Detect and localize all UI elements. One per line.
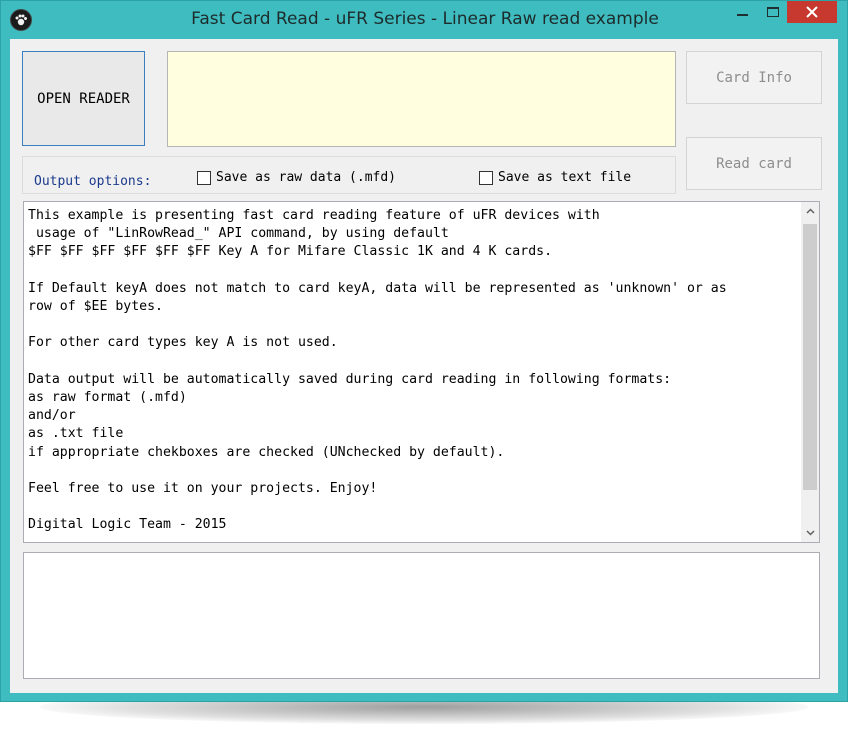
save-text-label: Save as text file bbox=[498, 170, 632, 185]
vertical-scrollbar[interactable] bbox=[801, 202, 819, 542]
read-card-button[interactable]: Read card bbox=[686, 137, 822, 190]
output-options-group: Output options: Save as raw data (.mfd) … bbox=[22, 156, 676, 194]
checkbox-box[interactable] bbox=[479, 170, 493, 185]
card-info-button[interactable]: Card Info bbox=[686, 51, 822, 104]
scrollbar-thumb[interactable] bbox=[803, 224, 817, 490]
app-window: Fast Card Read - uFR Series - Linear Raw… bbox=[0, 0, 848, 702]
save-raw-checkbox[interactable]: Save as raw data (.mfd) bbox=[197, 170, 396, 185]
checkbox-box[interactable] bbox=[197, 170, 211, 185]
minimize-icon[interactable] bbox=[728, 1, 758, 23]
save-raw-label: Save as raw data (.mfd) bbox=[216, 170, 397, 185]
description-memo[interactable]: This example is presenting fast card rea… bbox=[23, 201, 820, 543]
maximize-icon[interactable] bbox=[759, 1, 787, 23]
status-display bbox=[167, 51, 676, 147]
title-bar[interactable]: Fast Card Read - uFR Series - Linear Raw… bbox=[1, 1, 848, 39]
scroll-up-icon[interactable] bbox=[801, 202, 819, 220]
output-options-label: Output options: bbox=[34, 174, 152, 189]
output-text-box[interactable] bbox=[23, 552, 820, 679]
memo-text: This example is presenting fast card rea… bbox=[28, 208, 727, 533]
client-area: OPEN READER Card Info Read card Output o… bbox=[10, 39, 838, 693]
window-title: Fast Card Read - uFR Series - Linear Raw… bbox=[191, 9, 659, 29]
open-reader-button[interactable]: OPEN READER bbox=[22, 51, 145, 146]
save-text-checkbox[interactable]: Save as text file bbox=[479, 170, 631, 185]
close-icon[interactable] bbox=[787, 1, 837, 23]
scroll-down-icon[interactable] bbox=[801, 524, 819, 542]
